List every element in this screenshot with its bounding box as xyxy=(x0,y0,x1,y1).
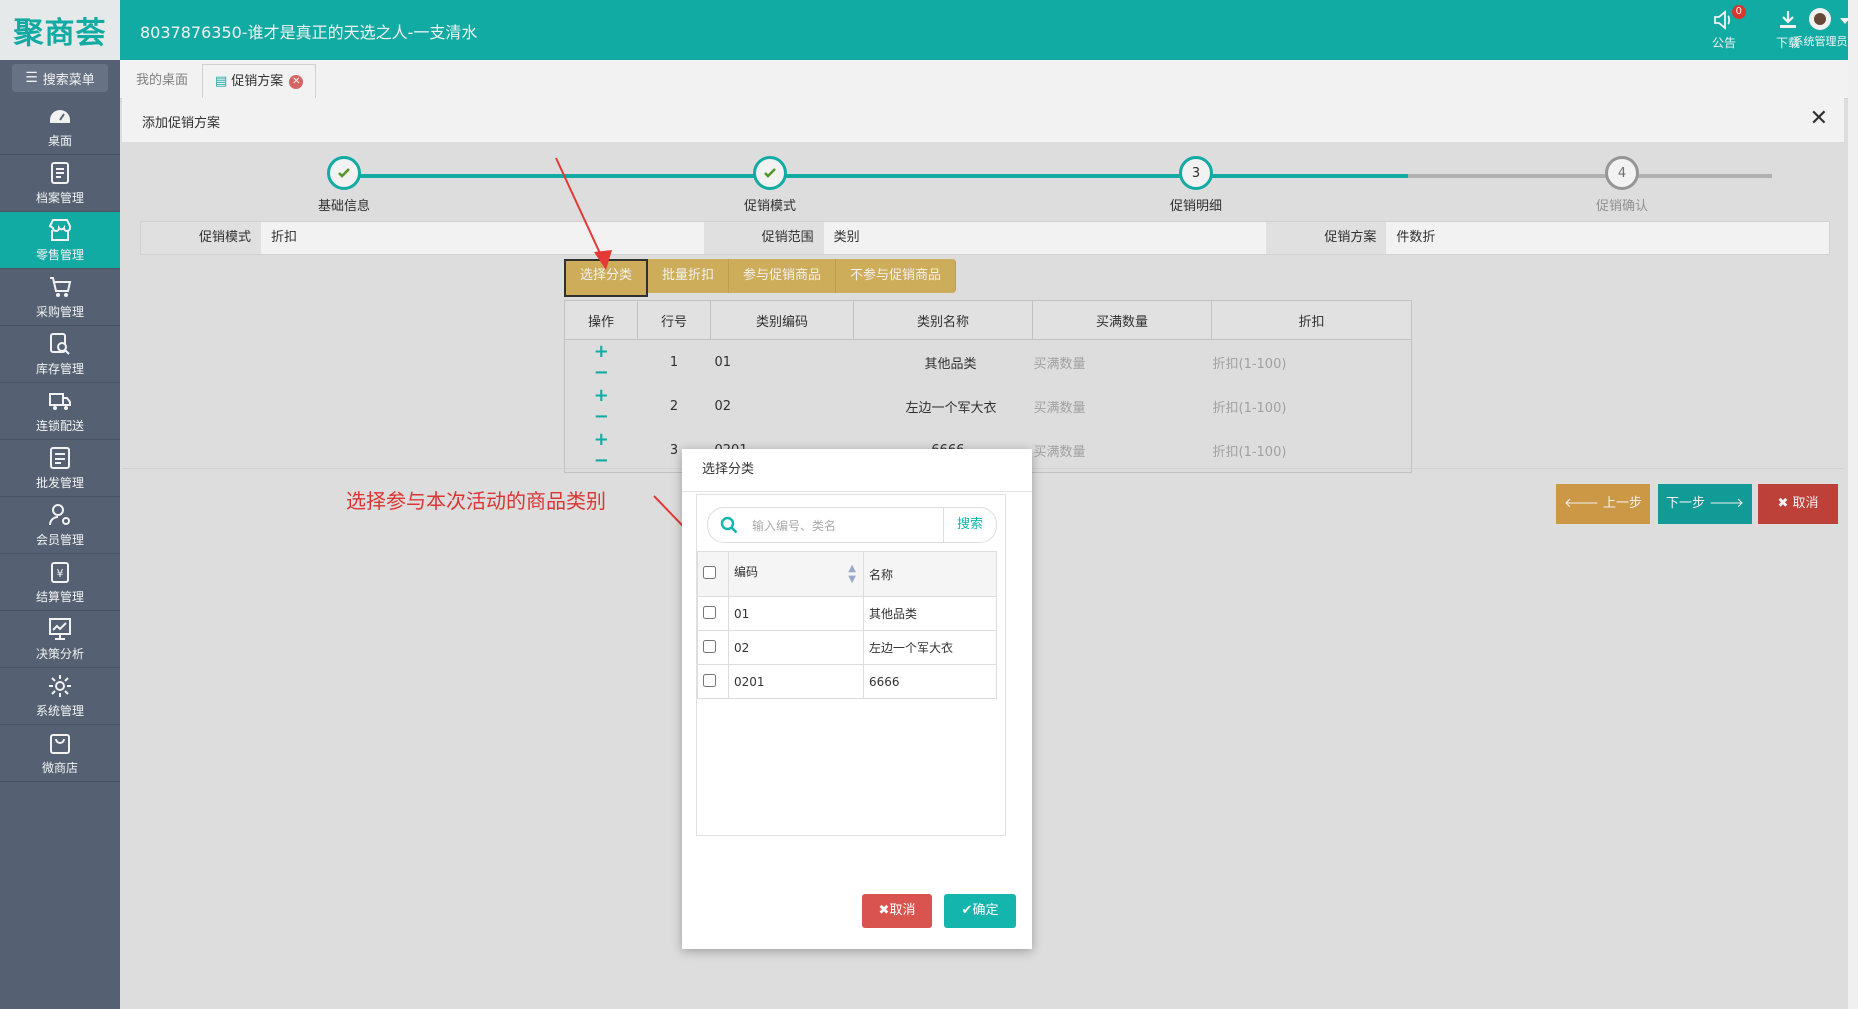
row-checkbox[interactable] xyxy=(703,639,716,653)
row-checkbox[interactable] xyxy=(703,605,716,619)
page-scrollbar[interactable] xyxy=(1848,0,1858,1009)
table-header-row: 编码 ▲ ▼ 名称 xyxy=(697,551,997,597)
category-code: 02 xyxy=(728,630,864,665)
row-checkbox[interactable] xyxy=(703,673,716,687)
dialog-body: 搜索 编码 ▲▼ 名称 01 其他品类 02 左边一个军大衣 xyxy=(696,494,1006,836)
sort-icon[interactable]: ▲ ▼ xyxy=(848,563,856,585)
dialog-title: 选择分类 xyxy=(682,449,1032,492)
table-row[interactable]: 0201 6666 xyxy=(697,664,997,699)
table-row[interactable]: 02 左边一个军大衣 xyxy=(697,630,997,665)
dialog-ok-button[interactable]: ✔确定 xyxy=(944,894,1016,928)
dialog-cancel-button[interactable]: ✖取消 xyxy=(862,894,932,928)
select-category-dialog: 选择分类 搜索 编码 ▲▼ 名称 01 其他品类 xyxy=(682,449,1032,949)
dialog-cancel-label: 取消 xyxy=(889,903,916,918)
x-icon: ✖ xyxy=(878,903,890,918)
category-name: 左边一个军大衣 xyxy=(863,630,997,665)
category-code: 0201 xyxy=(728,664,864,699)
category-name: 6666 xyxy=(863,664,997,699)
dialog-ok-label: 确定 xyxy=(972,903,999,918)
search-icon xyxy=(720,516,738,534)
category-code: 01 xyxy=(728,596,864,631)
check-icon: ✔ xyxy=(961,903,973,918)
select-all-checkbox[interactable] xyxy=(703,566,716,579)
category-name: 其他品类 xyxy=(863,596,997,631)
table-row[interactable]: 01 其他品类 xyxy=(697,596,997,631)
category-search-box: 搜索 xyxy=(707,507,997,543)
category-search-input[interactable] xyxy=(750,514,932,538)
col-header-name: 名称 xyxy=(863,551,997,597)
category-select-table: 编码 ▲ ▼ 名称 01 其他品类 02 左边一个军大衣 0201 6666 xyxy=(697,551,997,699)
search-button[interactable]: 搜索 xyxy=(943,508,996,542)
col-header-code: 编码 xyxy=(734,565,759,579)
